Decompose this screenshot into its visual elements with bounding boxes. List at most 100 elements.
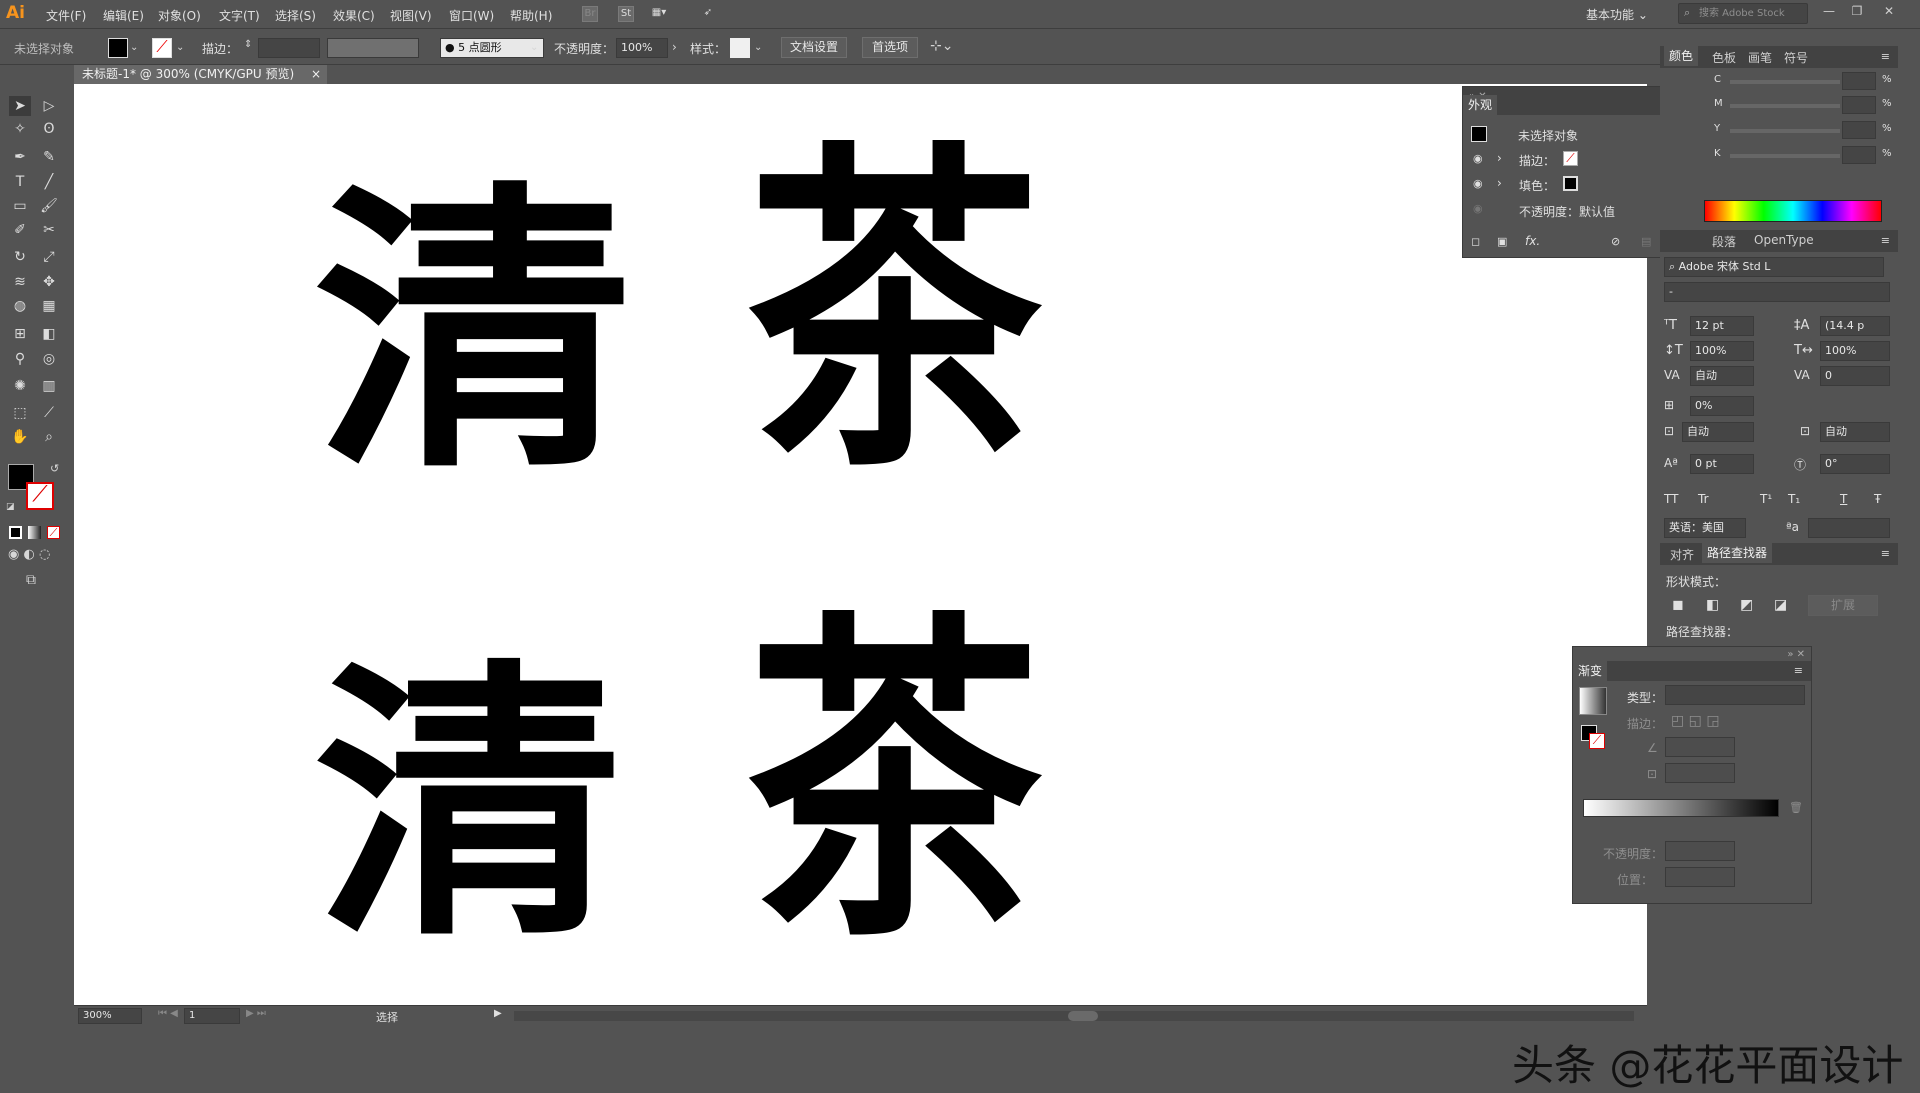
shaper-tool-icon[interactable]: ✐	[9, 220, 31, 240]
tab-opentype[interactable]: OpenType	[1754, 233, 1814, 247]
first-artboard-icon[interactable]: ⏮ ◀	[158, 1008, 178, 1019]
clear-appearance-icon[interactable]: ⊘	[1611, 235, 1620, 248]
appearance-opacity-line[interactable]: 不透明度：默认值	[1519, 203, 1615, 220]
menu-view[interactable]: 视图(V)	[390, 7, 432, 24]
document-setup-button[interactable]: 文档设置	[781, 37, 847, 58]
scrollbar-thumb[interactable]	[1068, 1011, 1098, 1021]
selection-options-icon[interactable]: ⊹⌄	[930, 38, 953, 54]
gradient-type-select[interactable]	[1665, 685, 1805, 705]
fill-black-swatch[interactable]	[1563, 176, 1578, 191]
unite-icon[interactable]: ◼	[1672, 597, 1684, 613]
horizontal-scale-input[interactable]: 100%	[1820, 341, 1890, 361]
last-artboard-icon[interactable]: ▶ ⏭	[246, 1008, 266, 1019]
font-size-input[interactable]: 12 pt	[1690, 316, 1754, 336]
intersect-icon[interactable]: ◩	[1740, 597, 1753, 613]
chevron-down-icon[interactable]: ⌄	[530, 42, 538, 53]
channel-k-input[interactable]	[1842, 146, 1876, 164]
stroke-gradient-options-icon[interactable]: ◰ ◱ ◲	[1671, 713, 1720, 729]
chevron-right-icon[interactable]: ›	[672, 40, 677, 54]
tracking-input[interactable]: 0	[1820, 366, 1890, 386]
blend-tool-icon[interactable]: ◎	[38, 349, 60, 369]
subscript-button[interactable]: T₁	[1788, 492, 1800, 506]
tab-paragraph[interactable]: 段落	[1712, 233, 1736, 250]
leading-input[interactable]: (14.4 p	[1820, 316, 1890, 336]
add-stroke-icon[interactable]: ◻	[1471, 235, 1480, 248]
add-effect-icon[interactable]: fx.	[1525, 234, 1540, 248]
puppet-warp-tool-icon[interactable]: ✥	[38, 272, 60, 292]
graphic-style-swatch[interactable]	[730, 38, 750, 58]
menu-edit[interactable]: 编辑(E)	[103, 7, 144, 24]
menu-effect[interactable]: 效果(C)	[333, 7, 375, 24]
font-family-select[interactable]: ⌕ Adobe 宋体 Std L	[1664, 257, 1884, 277]
gradient-opacity-input[interactable]	[1665, 841, 1735, 861]
channel-y-input[interactable]	[1842, 121, 1876, 139]
screen-mode-icon[interactable]: ⧉	[26, 572, 36, 588]
color-mode-icon[interactable]	[9, 526, 22, 539]
curvature-tool-icon[interactable]: ✎	[38, 147, 60, 167]
gradient-thumbnail[interactable]	[1579, 687, 1607, 715]
channel-c-input[interactable]	[1842, 72, 1876, 90]
draw-mode-icon[interactable]: ◉ ◐ ◌	[8, 547, 50, 562]
menu-object[interactable]: 对象(O)	[158, 7, 201, 24]
collapse-icon[interactable]: » ✕	[1787, 649, 1805, 660]
panel-menu-icon[interactable]: ≡	[1881, 50, 1890, 63]
column-graph-tool-icon[interactable]: ▥	[38, 376, 60, 396]
document-tab[interactable]: 未标题-1* @ 300% (CMYK/GPU 预览) ×	[74, 65, 327, 84]
close-tab-icon[interactable]: ×	[311, 65, 321, 84]
delete-stop-icon[interactable]: 🗑	[1789, 801, 1803, 814]
stock-icon[interactable]: St	[618, 6, 634, 22]
all-caps-button[interactable]: TT	[1664, 492, 1678, 506]
menu-window[interactable]: 窗口(W)	[449, 7, 494, 24]
zoom-tool-icon[interactable]: ⌕	[38, 427, 60, 447]
character-rotation-input[interactable]: 0°	[1820, 454, 1890, 474]
minus-front-icon[interactable]: ◧	[1706, 597, 1719, 613]
menu-type[interactable]: 文字(T)	[219, 7, 260, 24]
zoom-select[interactable]: 300%	[78, 1008, 142, 1024]
tab-align[interactable]: 对齐	[1670, 546, 1694, 563]
chevron-down-icon[interactable]: ⌄	[130, 42, 138, 53]
menu-select[interactable]: 选择(S)	[275, 7, 316, 24]
tab-brushes[interactable]: 画笔	[1748, 49, 1772, 66]
close-icon[interactable]: ✕	[1878, 4, 1900, 22]
opacity-input[interactable]: 100%	[616, 38, 668, 58]
rotate-tool-icon[interactable]: ↻	[9, 247, 31, 267]
variable-width-profile[interactable]	[327, 38, 419, 58]
restore-icon[interactable]: ❐	[1846, 4, 1868, 22]
small-caps-button[interactable]: Tr	[1698, 492, 1709, 506]
aki-right-select[interactable]: 自动	[1820, 422, 1890, 442]
fill-swatch[interactable]	[108, 38, 128, 58]
chevron-down-icon[interactable]: ⌄	[754, 42, 762, 53]
appearance-fill-label[interactable]: 填色：	[1519, 177, 1555, 194]
paintbrush-tool-icon[interactable]: 🖌	[38, 196, 60, 216]
chevron-down-icon[interactable]: ⌄	[176, 42, 184, 53]
gradient-angle-input[interactable]	[1665, 737, 1735, 757]
hand-tool-icon[interactable]: ✋	[9, 427, 31, 447]
shape-builder-tool-icon[interactable]: ◍	[9, 296, 31, 316]
slice-tool-icon[interactable]: ⟋	[38, 403, 60, 423]
kerning-input[interactable]: 自动	[1690, 366, 1754, 386]
scale-tool-icon[interactable]: ⤢	[38, 247, 60, 267]
preferences-button[interactable]: 首选项	[862, 37, 918, 58]
gpu-performance-icon[interactable]: ➶	[700, 6, 716, 22]
magic-wand-tool-icon[interactable]: ✧	[9, 119, 31, 139]
visibility-eye-icon[interactable]: ◉	[1473, 177, 1483, 190]
baseline-shift-input[interactable]: 0 pt	[1690, 454, 1754, 474]
superscript-button[interactable]: T¹	[1760, 492, 1772, 506]
aspect-ratio-input[interactable]	[1665, 763, 1735, 783]
stock-search-input[interactable]: 搜索 Adobe Stock	[1678, 3, 1808, 24]
channel-m-slider[interactable]	[1730, 104, 1840, 108]
appearance-stroke-label[interactable]: 描边：	[1519, 152, 1555, 169]
panel-menu-icon[interactable]: ≡	[1881, 547, 1890, 560]
tab-pathfinder[interactable]: 路径查找器	[1702, 543, 1773, 563]
width-tool-icon[interactable]: ≋	[9, 272, 31, 292]
channel-k-slider[interactable]	[1730, 154, 1840, 158]
gradient-tool-icon[interactable]: ◧	[38, 324, 60, 344]
scissors-tool-icon[interactable]: ✂	[38, 220, 60, 240]
none-mode-icon[interactable]: ⟋	[47, 526, 60, 539]
gradient-stroke-swatch[interactable]: ⟋	[1589, 733, 1605, 749]
rectangle-tool-icon[interactable]: ▭	[9, 196, 31, 216]
expand-button[interactable]: 扩展	[1808, 595, 1878, 616]
stroke-weight-input[interactable]	[258, 38, 320, 58]
tsume-input[interactable]: 0%	[1690, 396, 1754, 416]
mesh-tool-icon[interactable]: ⊞	[9, 324, 31, 344]
